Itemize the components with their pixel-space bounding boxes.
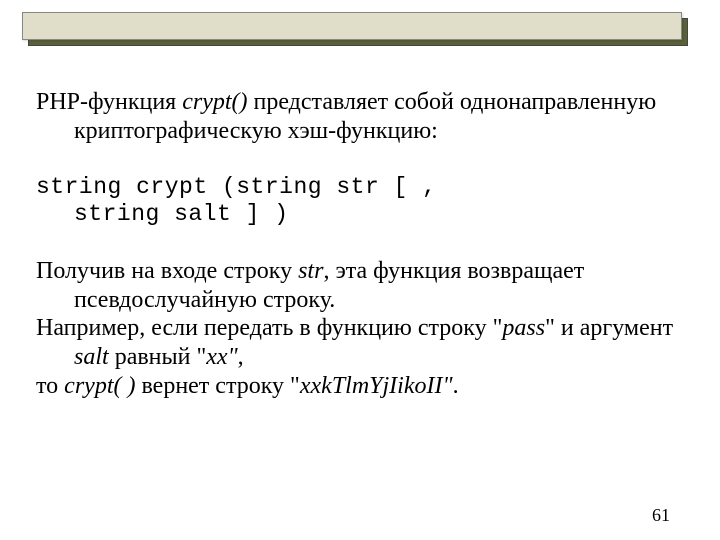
text: " и аргумент — [545, 315, 673, 341]
code-line: string salt ] ) — [36, 201, 684, 229]
text: то — [36, 373, 64, 399]
text: PHP-функция — [36, 89, 182, 115]
text: , — [238, 344, 244, 370]
string-literal: pass — [502, 315, 545, 341]
paragraph-1: PHP-функция crypt() представляет собой о… — [36, 88, 684, 146]
function-name: crypt( ) — [64, 373, 135, 399]
text: Получив на входе строку — [36, 258, 298, 284]
spacer — [36, 229, 684, 257]
page-number: 61 — [652, 505, 670, 526]
slide-content: PHP-функция crypt() представляет собой о… — [36, 88, 684, 401]
paragraph-4: то crypt( ) вернет строку "xxkTlmYjIikoI… — [36, 372, 684, 401]
text: вернет строку " — [135, 373, 299, 399]
text: Например, если передать в функцию строку — [36, 315, 487, 341]
code-block: string crypt (string str [ , string salt… — [36, 174, 684, 229]
text: " — [493, 315, 503, 341]
text: равный " — [109, 344, 207, 370]
text: представляет собой — [248, 89, 454, 115]
string-literal: xxkTlmYjIikoII" — [300, 373, 453, 399]
param-name: salt — [74, 344, 109, 370]
spacer — [36, 146, 684, 174]
paragraph-2: Получив на входе строку str, эта функция… — [36, 257, 684, 315]
text: . — [453, 373, 459, 399]
string-literal: xx" — [206, 344, 237, 370]
text: хэш-функцию: — [288, 118, 438, 144]
code-line: string crypt (string str [ , — [36, 174, 684, 202]
function-name: crypt() — [182, 89, 247, 115]
param-name: str — [298, 258, 323, 284]
text: , эта функция — [323, 258, 461, 284]
paragraph-3: Например, если передать в функцию строку… — [36, 314, 684, 372]
title-bar — [22, 12, 682, 40]
